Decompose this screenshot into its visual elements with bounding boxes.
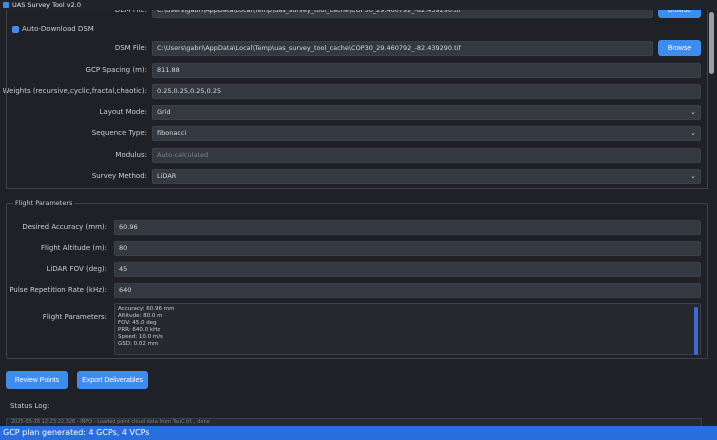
sequence-type-select[interactable]: fibonacci ⌄ xyxy=(152,126,701,141)
dem-file-input[interactable]: C:\Users\gabri\AppData\Local\Temp\uas_su… xyxy=(152,10,653,18)
param-line: FOV: 45.0 deg xyxy=(118,320,157,326)
chevron-down-icon: ⌄ xyxy=(690,108,696,116)
scroll-area[interactable]: DEM File: C:\Users\gabri\AppData\Local\T… xyxy=(0,10,717,426)
modulus-input[interactable]: Auto-calculated xyxy=(152,148,701,163)
param-line: Accuracy: 60.96 mm xyxy=(118,306,175,312)
accuracy-input[interactable]: 60.96 xyxy=(114,220,701,235)
status-bar: GCP plan generated: 4 GCPs, 4 VCPs xyxy=(0,426,717,440)
gcp-spacing-label: GCP Spacing (m): xyxy=(85,66,147,74)
status-log[interactable]: 2025-05-26 12:23:22,326 - INFO - Loaded … xyxy=(6,418,702,426)
layout-mode-label: Layout Mode: xyxy=(99,108,147,116)
export-deliverables-button[interactable]: Export Deliverables xyxy=(77,371,148,389)
param-line: GSD: 0.02 mm xyxy=(118,341,159,347)
param-line: PRR: 640.0 kHz xyxy=(118,327,161,333)
flight-params-text[interactable]: Accuracy: 60.96 mm Altitude: 80.0 m FOV:… xyxy=(114,303,701,355)
flight-parameters-title: Flight Parameters xyxy=(13,199,75,208)
status-log-label: Status Log: xyxy=(10,402,50,410)
status-text: GCP plan generated: 4 GCPs, 4 VCPs xyxy=(3,428,150,437)
altitude-label: Flight Altitude (m): xyxy=(41,244,107,252)
survey-method-value: LiDAR xyxy=(157,172,177,180)
scrollbar-thumb[interactable] xyxy=(709,12,714,74)
altitude-input[interactable]: 80 xyxy=(114,241,701,256)
chevron-down-icon: ⌄ xyxy=(690,172,696,180)
sequence-type-value: fibonacci xyxy=(157,129,187,137)
title-bar: UAS Survey Tool v2.0 xyxy=(0,0,717,10)
dsm-browse-button[interactable]: Browse xyxy=(658,40,701,56)
auto-download-checkbox[interactable] xyxy=(12,26,19,33)
accuracy-label: Desired Accuracy (mm): xyxy=(22,223,107,231)
survey-method-label: Survey Method: xyxy=(91,172,147,180)
section-divider xyxy=(6,188,708,189)
param-line: Speed: 10.0 m/s xyxy=(118,334,163,340)
weights-input[interactable]: 0.25,0.25,0.25,0.25 xyxy=(152,84,701,99)
layout-mode-value: Grid xyxy=(157,108,171,116)
gcp-spacing-input[interactable]: 811.88 xyxy=(152,63,701,78)
dsm-file-label: DSM File: xyxy=(114,44,147,52)
vertical-scrollbar[interactable] xyxy=(708,10,715,426)
pulse-rate-input[interactable]: 640 xyxy=(114,283,701,298)
review-points-button[interactable]: Review Points xyxy=(6,371,68,389)
log-line: 2025-05-26 12:23:22,326 - INFO - Loaded … xyxy=(11,419,210,425)
param-line: Altitude: 80.0 m xyxy=(118,313,163,319)
lidar-fov-input[interactable]: 45 xyxy=(114,262,701,277)
text-scrollbar[interactable] xyxy=(694,307,698,355)
app-icon xyxy=(3,2,9,8)
survey-method-select[interactable]: LiDAR ⌄ xyxy=(152,169,701,184)
dsm-file-input[interactable]: C:\Users\gabri\AppData\Local\Temp\uas_su… xyxy=(152,41,653,56)
modulus-label: Modulus: xyxy=(115,151,147,159)
dem-file-label: DEM File: xyxy=(114,10,147,14)
section-border-left xyxy=(6,10,7,188)
window-title: UAS Survey Tool v2.0 xyxy=(12,1,81,9)
weights-label: Weights (recursive,cyclic,fractal,chaoti… xyxy=(2,87,147,95)
auto-download-label: Auto-Download DSM xyxy=(22,25,94,33)
dem-browse-button[interactable]: Browse xyxy=(658,10,701,18)
lidar-fov-label: LiDAR FOV (deg): xyxy=(46,265,107,273)
pulse-rate-label: Pulse Repetition Rate (kHz): xyxy=(9,286,107,294)
layout-mode-select[interactable]: Grid ⌄ xyxy=(152,105,701,120)
sequence-type-label: Sequence Type: xyxy=(91,129,147,137)
chevron-down-icon: ⌄ xyxy=(690,129,696,137)
flight-params-label: Flight Parameters: xyxy=(42,313,107,321)
